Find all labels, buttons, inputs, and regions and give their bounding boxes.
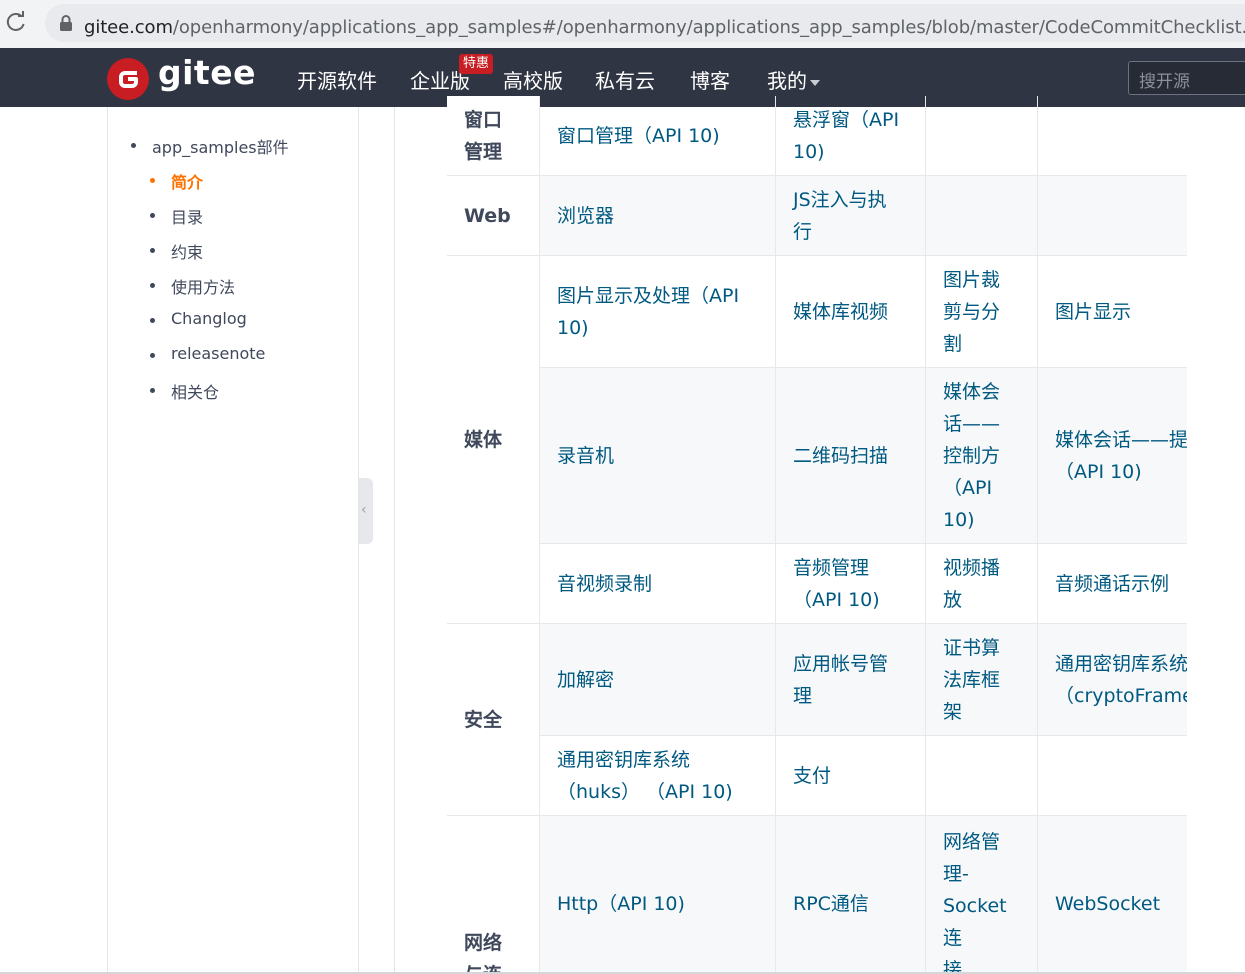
category-media: 媒体 <box>447 256 540 624</box>
table-cell-empty <box>926 736 1038 816</box>
table-cell[interactable]: 通用密钥库系统 （cryptoFramew <box>1038 624 1187 736</box>
gitee-logo-text[interactable]: gitee <box>158 53 256 92</box>
table-cell-empty <box>926 176 1038 256</box>
toc-item-intro[interactable]: 简介 <box>149 169 203 193</box>
table-cell[interactable]: RPC通信 <box>776 816 926 974</box>
table-cell-empty <box>1038 176 1187 256</box>
cell-link[interactable]: 图片裁 剪与分 割 <box>943 264 1000 360</box>
table-cell[interactable]: 支付 <box>776 736 926 816</box>
nav-blog[interactable]: 博客 <box>690 65 730 94</box>
table-cell[interactable]: Http（API 10) <box>540 816 776 974</box>
reload-icon[interactable] <box>4 10 28 34</box>
table-cell[interactable]: 图片显示及处理（API 10) <box>540 256 776 368</box>
category-label: 媒体 <box>464 428 503 451</box>
category-label: 窗口 管理 <box>464 108 503 163</box>
table-cell[interactable]: 音视频录制 <box>540 544 776 624</box>
nav-private-cloud[interactable]: 私有云 <box>595 65 655 94</box>
cell-link[interactable]: 通用密钥库系统 （cryptoFramew <box>1055 648 1187 712</box>
cell-link[interactable]: Http（API 10) <box>557 888 685 920</box>
cell-link[interactable]: WebSocket <box>1055 888 1160 920</box>
toc-item-catalog[interactable]: 目录 <box>149 204 203 228</box>
table-cell[interactable]: 通用密钥库系统 （huks） （API 10) <box>540 736 776 816</box>
cell-link[interactable]: 图片显示及处理（API 10) <box>557 280 739 344</box>
table-cell[interactable]: 浏览器 <box>540 176 776 256</box>
category-network: 网络 与连 <box>447 816 540 974</box>
cell-link[interactable]: 悬浮窗（API 10) <box>793 104 899 168</box>
cell-link[interactable]: 窗口管理（API 10) <box>557 120 720 152</box>
url-field[interactable]: gitee.com/openharmony/applications_app_s… <box>45 4 1245 42</box>
table-cell[interactable]: 视频播 放 <box>926 544 1038 624</box>
cell-link[interactable]: 网络管 理- Socket连 接 （UDP) <box>943 826 1020 974</box>
table-cell[interactable]: 窗口管理（API 10) <box>540 96 776 176</box>
category-security: 安全 <box>447 624 540 816</box>
cell-link[interactable]: 音频管理 （API 10) <box>793 552 880 616</box>
promo-badge: 特惠 <box>459 54 494 74</box>
cell-link[interactable]: 音频通话示例 <box>1055 568 1169 600</box>
table-cell[interactable]: 网络管 理- Socket连 接 （UDP) <box>926 816 1038 974</box>
category-web: Web <box>447 176 540 256</box>
cell-link[interactable]: JS注入与执 行 <box>793 184 887 248</box>
table-cell[interactable]: 音频管理 （API 10) <box>776 544 926 624</box>
nav-mine-label: 我的 <box>767 69 807 93</box>
cell-link[interactable]: 应用帐号管 理 <box>793 648 888 712</box>
toc-item-constraints[interactable]: 约束 <box>149 239 203 263</box>
url-path: /openharmony/applications_app_samples#/o… <box>172 17 1245 38</box>
table-cell-empty <box>1038 736 1187 816</box>
category-label: 安全 <box>464 708 503 731</box>
toc-item-releasenote[interactable]: releasenote <box>149 344 265 363</box>
table-cell[interactable]: 图片显示 <box>1038 256 1187 368</box>
table-cell[interactable]: WebSocket <box>1038 816 1187 974</box>
cell-link[interactable]: RPC通信 <box>793 888 869 920</box>
table-cell[interactable]: 应用帐号管 理 <box>776 624 926 736</box>
sidebar-collapse-handle[interactable]: ‹ <box>359 478 373 544</box>
cell-link[interactable]: 加解密 <box>557 664 614 696</box>
chevron-down-icon <box>810 79 820 86</box>
cell-link[interactable]: 音视频录制 <box>557 568 652 600</box>
table-cell[interactable]: 音频通话示例 <box>1038 544 1187 624</box>
toc-item-changelog[interactable]: Changlog <box>150 309 247 328</box>
table-cell[interactable]: 媒体会话——提 （API 10) <box>1038 368 1187 544</box>
category-window: 窗口 管理 <box>447 96 540 176</box>
cell-link[interactable]: 通用密钥库系统 （huks） （API 10) <box>557 744 733 808</box>
toc-item-related-repos[interactable]: 相关仓 <box>149 379 219 403</box>
cell-link[interactable]: 视频播 放 <box>943 552 1000 616</box>
cell-link[interactable]: 媒体会话——提 （API 10) <box>1055 424 1187 488</box>
content-border <box>394 107 395 974</box>
gitee-logo-icon[interactable] <box>107 58 149 100</box>
category-label: 网络 与连 <box>464 932 503 974</box>
lock-icon <box>60 15 72 31</box>
table-cell[interactable]: 媒体会 话—— 控制方 （API 10) <box>926 368 1038 544</box>
cell-link[interactable]: 二维码扫描 <box>793 440 888 472</box>
table-cell-empty <box>1038 96 1187 176</box>
cell-link[interactable]: 支付 <box>793 760 831 792</box>
category-label: Web <box>464 204 511 227</box>
browser-address-bar: gitee.com/openharmony/applications_app_s… <box>0 0 1245 48</box>
samples-table: 窗口 管理 窗口管理（API 10) 悬浮窗（API 10) Web 浏览器 J… <box>447 96 1187 974</box>
chevron-left-icon: ‹ <box>361 502 367 518</box>
toc-item-usage[interactable]: 使用方法 <box>149 274 235 298</box>
cell-link[interactable]: 录音机 <box>557 440 614 472</box>
cell-link[interactable]: 媒体会 话—— 控制方 （API 10) <box>943 376 1000 536</box>
table-cell[interactable]: 加解密 <box>540 624 776 736</box>
toc-root[interactable]: app_samples部件 <box>131 134 289 158</box>
cell-link[interactable]: 浏览器 <box>557 200 614 232</box>
table-cell[interactable]: 二维码扫描 <box>776 368 926 544</box>
table-cell[interactable]: 媒体库视频 <box>776 256 926 368</box>
url-text: gitee.com/openharmony/applications_app_s… <box>84 13 1245 39</box>
table-cell[interactable]: 图片裁 剪与分 割 <box>926 256 1038 368</box>
nav-open-source[interactable]: 开源软件 <box>297 65 377 94</box>
table-cell[interactable]: 证书算 法库框 架 <box>926 624 1038 736</box>
table-cell-empty <box>926 96 1038 176</box>
nav-education[interactable]: 高校版 <box>503 65 563 94</box>
table-cell[interactable]: 悬浮窗（API 10) <box>776 96 926 176</box>
table-cell[interactable]: 录音机 <box>540 368 776 544</box>
table-cell[interactable]: JS注入与执 行 <box>776 176 926 256</box>
url-host: gitee.com <box>84 17 173 38</box>
nav-mine[interactable]: 我的 <box>767 65 820 94</box>
cell-link[interactable]: 图片显示 <box>1055 296 1131 328</box>
toc-sidebar: app_samples部件 简介 目录 约束 使用方法 Changlog rel… <box>107 107 359 974</box>
search-input[interactable]: 搜开源 <box>1128 61 1245 95</box>
cell-link[interactable]: 媒体库视频 <box>793 296 888 328</box>
cell-link[interactable]: 证书算 法库框 架 <box>943 632 1000 728</box>
